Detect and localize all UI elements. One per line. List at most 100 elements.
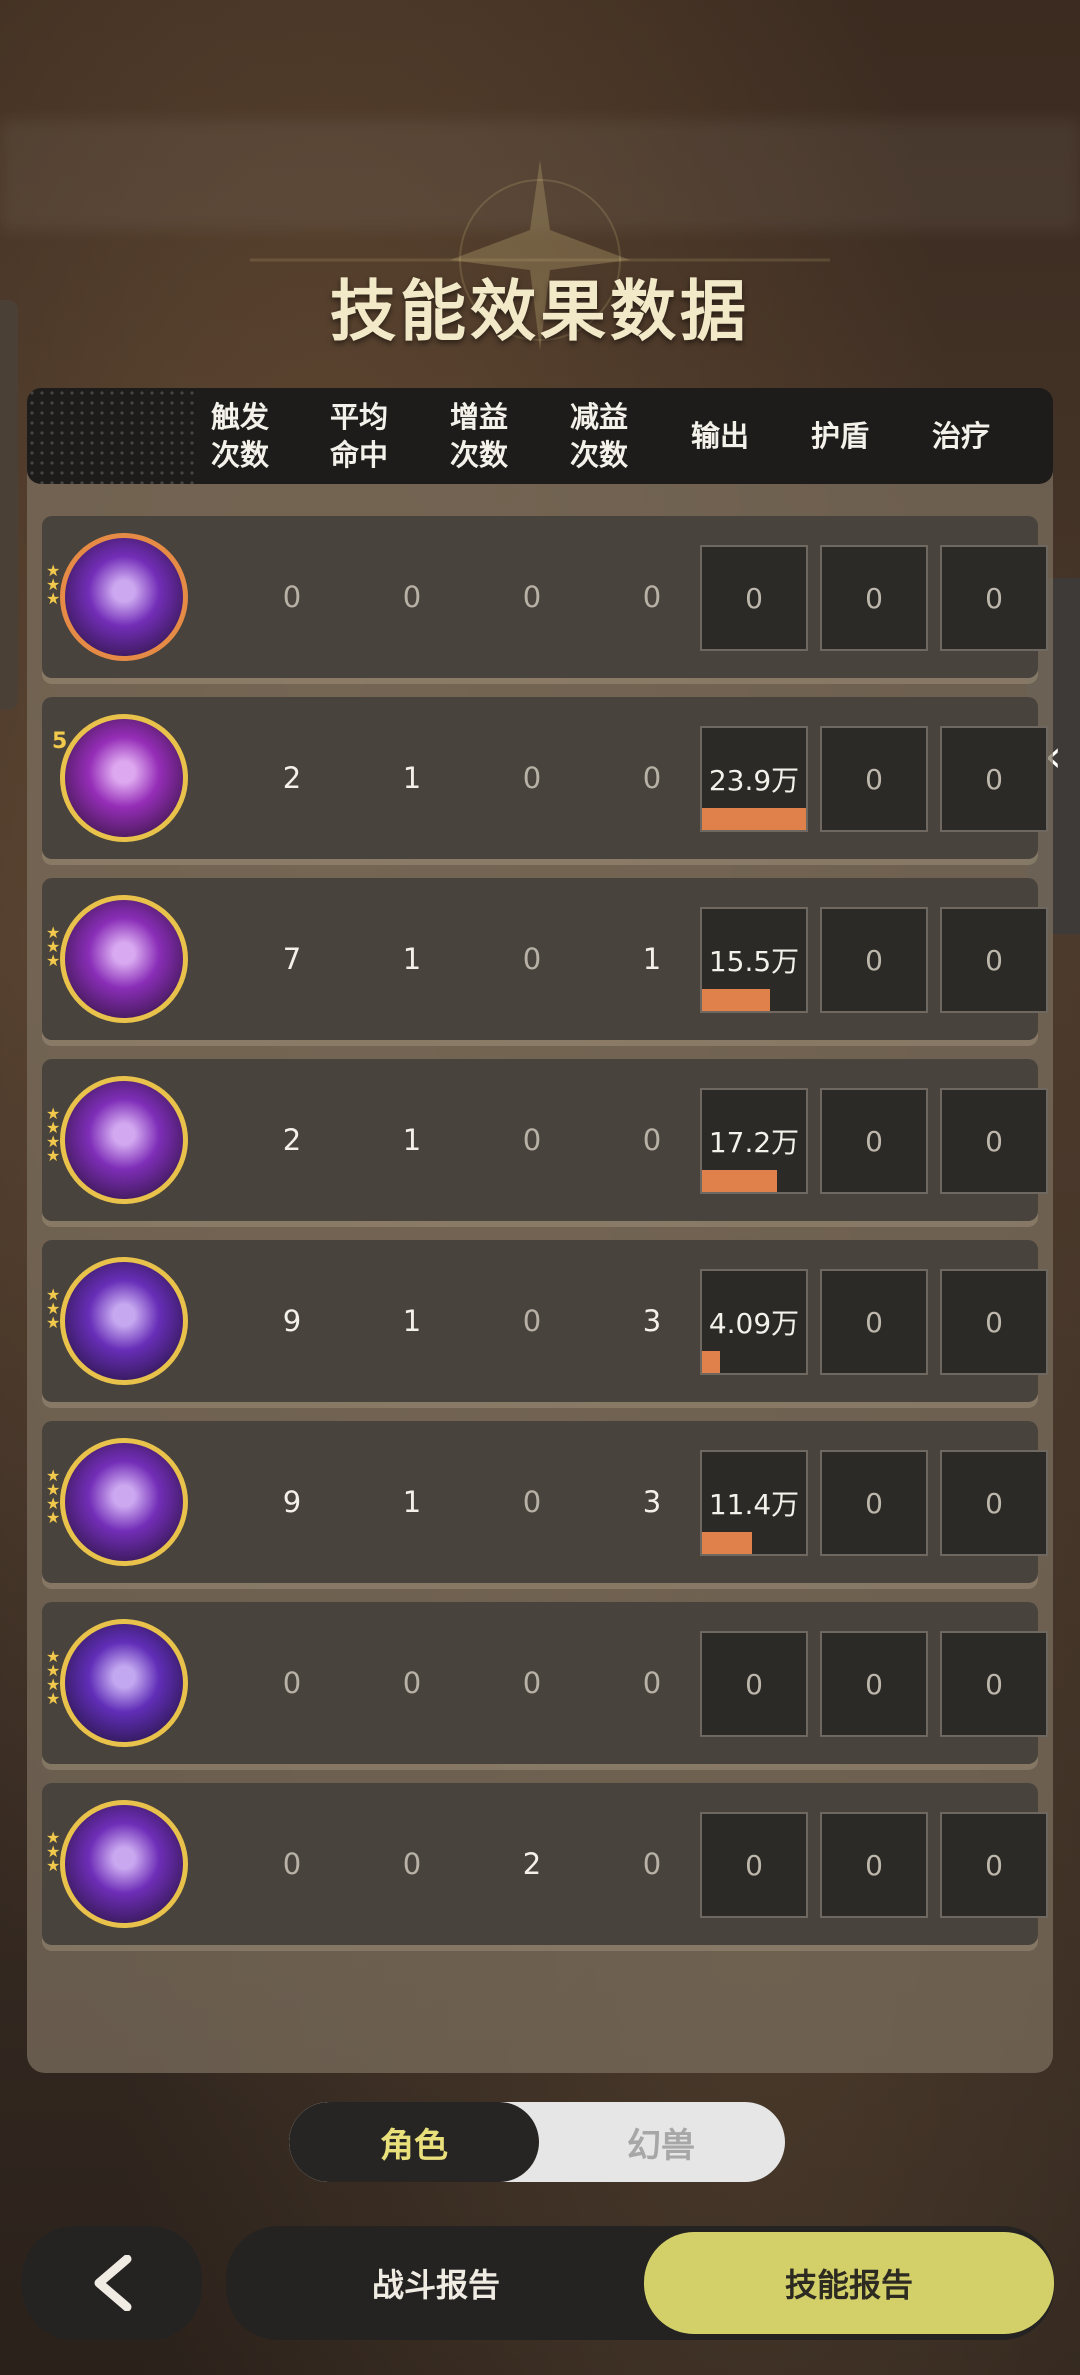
cell-buff: 0 bbox=[522, 1485, 542, 1519]
cell-output: 0 bbox=[700, 1631, 808, 1737]
back-button[interactable] bbox=[22, 2226, 202, 2340]
cell-heal-value: 0 bbox=[985, 1667, 1003, 1701]
skill-report-tab[interactable]: 技能报告 bbox=[644, 2232, 1054, 2334]
cell-shield: 0 bbox=[820, 907, 928, 1013]
table-row: ★ ★ ★ 7 1 0 1 15.5万 0 0 bbox=[42, 878, 1048, 1040]
cell-debuff: 1 bbox=[642, 942, 662, 976]
cell-shield: 0 bbox=[820, 545, 928, 651]
cell-heal-value: 0 bbox=[985, 1848, 1003, 1882]
cell-heal-value: 0 bbox=[985, 1486, 1003, 1520]
cell-heal: 0 bbox=[940, 1269, 1048, 1375]
cell-output-value: 0 bbox=[745, 1667, 763, 1701]
cell-heal-value: 0 bbox=[985, 1124, 1003, 1158]
cell-avg-hit: 0 bbox=[402, 1847, 422, 1881]
cell-trigger: 0 bbox=[282, 1666, 302, 1700]
cell-debuff: 0 bbox=[642, 1123, 662, 1157]
cell-debuff: 3 bbox=[642, 1304, 662, 1338]
cell-heal: 0 bbox=[940, 1631, 1048, 1737]
cell-heal: 0 bbox=[940, 1812, 1048, 1918]
cell-trigger: 2 bbox=[282, 761, 302, 795]
table-row: ★ ★ ★ ★ 9 1 0 3 11.4万 0 0 bbox=[42, 1421, 1048, 1583]
cell-debuff: 3 bbox=[642, 1485, 662, 1519]
skill-data-panel: 触发 次数 平均 命中 增益 次数 减益 次数 输出 护盾 治疗 ★ ★ ★ 0 0… bbox=[27, 388, 1053, 2073]
cell-shield-value: 0 bbox=[865, 1486, 883, 1520]
cell-shield-value: 0 bbox=[865, 943, 883, 977]
battle-report-tab[interactable]: 战斗报告 bbox=[226, 2226, 646, 2340]
skill-icon-6[interactable] bbox=[60, 1438, 188, 1566]
cell-heal: 0 bbox=[940, 1450, 1048, 1556]
cell-heal-value: 0 bbox=[985, 943, 1003, 977]
cell-shield: 0 bbox=[820, 1269, 928, 1375]
cell-output-value: 0 bbox=[745, 581, 763, 615]
cell-avg-hit: 1 bbox=[402, 1485, 422, 1519]
cell-shield-value: 0 bbox=[865, 1667, 883, 1701]
cell-output: 4.09万 bbox=[700, 1269, 808, 1375]
cell-debuff: 0 bbox=[642, 580, 662, 614]
skill-icon-5[interactable] bbox=[60, 1257, 188, 1385]
star-rating-icon: ★ ★ ★ bbox=[46, 561, 61, 608]
cell-output-value: 11.4万 bbox=[708, 1488, 800, 1521]
cell-heal-value: 0 bbox=[985, 762, 1003, 796]
cell-avg-hit: 1 bbox=[402, 761, 422, 795]
cell-shield-value: 0 bbox=[865, 762, 883, 796]
skill-icon-3[interactable] bbox=[60, 895, 188, 1023]
cell-buff: 0 bbox=[522, 942, 542, 976]
page-title: 技能效果数据 bbox=[330, 273, 750, 350]
table-header: 触发 次数 平均 命中 增益 次数 减益 次数 输出 护盾 治疗 bbox=[27, 388, 1053, 484]
cell-output-value: 15.5万 bbox=[708, 945, 800, 978]
cell-shield: 0 bbox=[820, 1450, 928, 1556]
header-avg-hit: 平均 命中 bbox=[329, 400, 388, 472]
skill-icon-4[interactable] bbox=[60, 1076, 188, 1204]
toggle-role[interactable]: 角色 bbox=[289, 2102, 539, 2182]
cell-debuff: 0 bbox=[642, 761, 662, 795]
skill-icon-1[interactable] bbox=[60, 533, 188, 661]
cell-shield: 0 bbox=[820, 1088, 928, 1194]
table-row: ★ ★ ★ ★ 0 0 0 0 0 0 0 bbox=[42, 1602, 1048, 1764]
star-level-badge: 5 bbox=[52, 729, 68, 754]
left-side-tab[interactable] bbox=[0, 300, 18, 710]
cell-trigger: 7 bbox=[282, 942, 302, 976]
cell-avg-hit: 0 bbox=[402, 580, 422, 614]
cell-heal-value: 0 bbox=[985, 581, 1003, 615]
header-heal: 治疗 bbox=[931, 419, 990, 453]
cell-output: 11.4万 bbox=[700, 1450, 808, 1556]
cell-buff: 0 bbox=[522, 1123, 542, 1157]
cell-debuff: 0 bbox=[642, 1847, 662, 1881]
skill-icon-7[interactable] bbox=[60, 1619, 188, 1747]
output-bar bbox=[702, 989, 770, 1011]
cell-heal: 0 bbox=[940, 545, 1048, 651]
toggle-beast[interactable]: 幻兽 bbox=[537, 2102, 785, 2182]
cell-shield-value: 0 bbox=[865, 1848, 883, 1882]
cell-shield: 0 bbox=[820, 726, 928, 832]
cell-output: 0 bbox=[700, 1812, 808, 1918]
cell-buff: 0 bbox=[522, 580, 542, 614]
skill-icon-2[interactable] bbox=[60, 714, 188, 842]
cell-output: 0 bbox=[700, 545, 808, 651]
cell-buff: 0 bbox=[522, 1304, 542, 1338]
cell-buff: 0 bbox=[522, 1666, 542, 1700]
star-rating-icon: ★ ★ ★ ★ bbox=[46, 1104, 61, 1165]
cell-shield-value: 0 bbox=[865, 1305, 883, 1339]
cell-shield: 0 bbox=[820, 1631, 928, 1737]
arrow-left-icon bbox=[94, 2255, 132, 2311]
header-pattern bbox=[27, 388, 197, 484]
table-row: ★ ★ ★ 0 0 0 0 0 0 0 bbox=[42, 516, 1048, 678]
header-debuff-count: 减益 次数 bbox=[569, 400, 628, 472]
cell-buff: 0 bbox=[522, 761, 542, 795]
cell-output: 17.2万 bbox=[700, 1088, 808, 1194]
star-rating-icon: ★ ★ ★ ★ bbox=[46, 1466, 61, 1527]
skill-icon-8[interactable] bbox=[60, 1800, 188, 1928]
cell-trigger: 0 bbox=[282, 1847, 302, 1881]
header-output: 输出 bbox=[690, 419, 749, 453]
role-beast-toggle[interactable]: 角色 幻兽 bbox=[289, 2102, 785, 2182]
cell-avg-hit: 0 bbox=[402, 1666, 422, 1700]
cell-output-value: 4.09万 bbox=[708, 1307, 800, 1340]
cell-output-value: 0 bbox=[745, 1848, 763, 1882]
cell-trigger: 0 bbox=[282, 580, 302, 614]
cell-output-value: 23.9万 bbox=[708, 764, 800, 797]
cell-output: 23.9万 bbox=[700, 726, 808, 832]
star-rating-icon: ★ ★ ★ ★ bbox=[46, 1647, 61, 1708]
cell-heal: 0 bbox=[940, 1088, 1048, 1194]
star-rating-icon: ★ ★ ★ bbox=[46, 1285, 61, 1332]
header-buff-count: 增益 次数 bbox=[449, 400, 508, 472]
